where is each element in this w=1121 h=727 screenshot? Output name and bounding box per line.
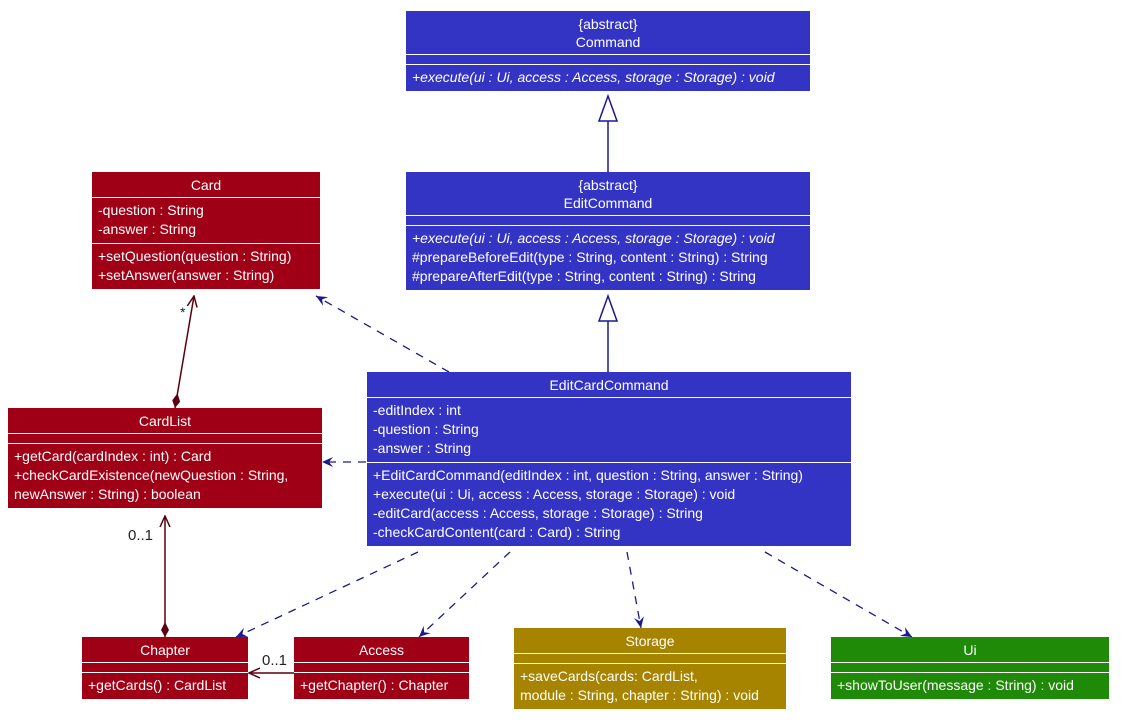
method: +EditCardCommand(editIndex : int, questi… (373, 467, 803, 483)
class-header: Storage (514, 628, 786, 653)
class-name: CardList (138, 413, 192, 429)
dependency-to-storage (626, 551, 644, 629)
method: #prepareBeforeEdit(type : String, conten… (412, 249, 768, 265)
multiplicity-chapter: 0..1 (262, 652, 288, 669)
attribute: -answer : String (98, 221, 197, 237)
dependency-to-access (418, 551, 511, 638)
class-header: Ui (831, 637, 1109, 662)
method: +setAnswer(answer : String) (98, 267, 275, 283)
attributes-section: -editIndex : int -question : String -ans… (367, 397, 851, 462)
attributes-section (406, 215, 810, 225)
class-stereotype: {abstract} (578, 16, 638, 32)
attribute: -answer : String (373, 440, 472, 456)
class-name: Storage (625, 633, 675, 649)
class-storage[interactable]: Storage +saveCards(cards: CardList, modu… (514, 628, 786, 709)
class-name: EditCardCommand (549, 377, 669, 393)
attribute: -question : String (373, 421, 479, 437)
class-access[interactable]: Access +getChapter() : Chapter (294, 637, 469, 699)
class-name: Card (190, 177, 222, 193)
attributes-section: -question : String -answer : String (92, 197, 320, 243)
method: +getChapter() : Chapter (300, 677, 449, 693)
class-header: {abstract} EditCommand (406, 172, 810, 215)
methods-section: +getCards() : CardList (82, 672, 248, 699)
class-stereotype: {abstract} (578, 177, 638, 193)
methods-section: +getChapter() : Chapter (294, 672, 469, 699)
methods-section: +saveCards(cards: CardList, module : Str… (514, 663, 786, 709)
attributes-section (406, 54, 810, 64)
dependency-to-ui (764, 551, 913, 638)
method: +execute(ui : Ui, access : Access, stora… (373, 486, 736, 502)
attribute: -editIndex : int (373, 402, 461, 418)
methods-section: +execute(ui : Ui, access : Access, stora… (406, 225, 810, 290)
method: +execute(ui : Ui, access : Access, stora… (412, 69, 775, 85)
class-header: CardList (8, 408, 322, 433)
class-name: Access (358, 642, 405, 658)
method: module : String, chapter : String) : voi… (520, 687, 759, 703)
method: #prepareAfterEdit(type : String, content… (412, 268, 756, 284)
attributes-section (8, 433, 322, 443)
method: +checkCardExistence(newQuestion : String… (14, 467, 289, 483)
multiplicity-card: * (180, 304, 186, 320)
class-chapter[interactable]: Chapter +getCards() : CardList (82, 637, 248, 699)
class-card-list[interactable]: CardList +getCard(cardIndex : int) : Car… (8, 408, 322, 508)
class-name: EditCommand (563, 195, 653, 211)
method: +getCards() : CardList (88, 677, 227, 693)
attributes-section (831, 662, 1109, 672)
class-ui[interactable]: Ui +showToUser(message : String) : void (831, 637, 1109, 699)
method: +execute(ui : Ui, access : Access, stora… (412, 230, 775, 246)
relationship-lines (0, 93, 913, 727)
class-name: Chapter (140, 642, 190, 658)
hollow-triangle-icon (597, 293, 619, 322)
methods-section: +EditCardCommand(editIndex : int, questi… (367, 462, 851, 546)
class-command[interactable]: {abstract} Command +execute(ui : Ui, acc… (406, 11, 810, 91)
methods-section: +showToUser(message : String) : void (831, 672, 1109, 699)
method: +saveCards(cards: CardList, (520, 668, 698, 684)
dependency-to-chapter (235, 551, 419, 638)
methods-section: +execute(ui : Ui, access : Access, stora… (406, 64, 810, 91)
class-header: {abstract} Command (406, 11, 810, 54)
hollow-triangle-icon (597, 93, 619, 122)
methods-section: +setQuestion(question : String) +setAnsw… (92, 243, 320, 289)
method: newAnswer : String) : boolean (14, 486, 201, 502)
attributes-section (82, 662, 248, 672)
dependency-to-card (315, 295, 450, 373)
class-header: Chapter (82, 637, 248, 662)
class-header: Card (92, 172, 320, 197)
multiplicity-cardlist: 0..1 (128, 527, 154, 544)
method: +getCard(cardIndex : int) : Card (14, 448, 212, 464)
method: +showToUser(message : String) : void (837, 677, 1074, 693)
class-header: EditCardCommand (367, 372, 851, 397)
class-name: Ui (963, 642, 977, 658)
method: +setQuestion(question : String) (98, 248, 292, 264)
method: -editCard(access : Access, storage : Sto… (373, 505, 703, 521)
attribute: -question : String (98, 202, 204, 218)
class-name: Command (575, 34, 641, 50)
attributes-section (294, 662, 469, 672)
attributes-section (514, 653, 786, 663)
class-edit-command[interactable]: {abstract} EditCommand +execute(ui : Ui,… (406, 172, 810, 290)
class-edit-card-command[interactable]: EditCardCommand -editIndex : int -questi… (367, 372, 851, 546)
method: -checkCardContent(card : Card) : String (373, 524, 621, 540)
methods-section: +getCard(cardIndex : int) : Card +checkC… (8, 443, 322, 508)
class-card[interactable]: Card -question : String -answer : String… (92, 172, 320, 289)
class-header: Access (294, 637, 469, 662)
